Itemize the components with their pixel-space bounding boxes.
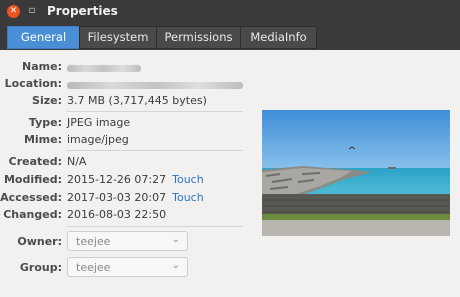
name-value [67, 61, 141, 74]
tab-filesystem[interactable]: Filesystem [79, 26, 157, 49]
owner-combo[interactable]: teejee ⌄ [67, 231, 188, 251]
location-label: Location: [4, 77, 62, 90]
modified-row: 2015-12-26 07:27 Touch [67, 173, 204, 186]
chevron-down-icon: ⌄ [171, 234, 180, 245]
separator [67, 111, 243, 112]
name-label: Name: [22, 60, 62, 73]
changed-value: 2016-08-03 22:50 [67, 208, 167, 221]
tab-general[interactable]: General [7, 26, 80, 49]
group-value: teejee [76, 261, 111, 274]
location-blurred [67, 81, 243, 89]
touch-accessed-link[interactable]: Touch [172, 191, 204, 204]
size-value: 3.7 MB (3,717,445 bytes) [67, 94, 207, 107]
group-label: Group: [19, 261, 62, 274]
window-title: Properties [47, 4, 118, 18]
group-combo[interactable]: teejee ⌄ [67, 257, 188, 277]
created-label: Created: [8, 155, 62, 168]
separator [67, 150, 243, 151]
created-value: N/A [67, 155, 87, 168]
changed-label: Changed: [3, 208, 62, 221]
location-value [67, 78, 243, 91]
tab-permissions[interactable]: Permissions [156, 26, 241, 49]
type-label: Type: [28, 116, 62, 129]
accessed-value: 2017-03-03 20:07 [67, 191, 167, 204]
chevron-down-icon: ⌄ [171, 260, 180, 271]
mime-label: Mime: [23, 133, 62, 146]
close-icon[interactable]: ✕ [7, 5, 20, 18]
image-preview [262, 110, 450, 236]
modified-label: Modified: [3, 173, 62, 186]
type-value: JPEG image [67, 116, 131, 129]
accessed-row: 2017-03-03 20:07 Touch [67, 191, 204, 204]
owner-label: Owner: [17, 235, 62, 248]
accessed-label: Accessed: [0, 191, 62, 204]
size-label: Size: [32, 94, 62, 107]
tab-mediainfo[interactable]: MediaInfo [240, 26, 317, 49]
touch-modified-link[interactable]: Touch [172, 173, 204, 186]
name-blurred [67, 64, 141, 72]
modified-value: 2015-12-26 07:27 [67, 173, 167, 186]
separator [67, 226, 243, 227]
minimize-icon[interactable]: ▫ [26, 4, 38, 18]
tab-bar: General Filesystem Permissions MediaInfo [0, 24, 460, 50]
owner-value: teejee [76, 235, 111, 248]
title-bar: ✕ ▫ Properties [0, 0, 460, 24]
mime-value: image/jpeg [67, 133, 129, 146]
